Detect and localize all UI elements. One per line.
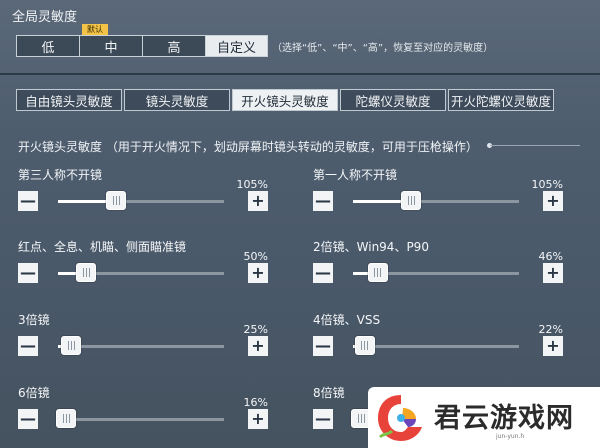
slider-track[interactable] [58,191,224,210]
slider-label: 3倍镜 [18,313,50,327]
slider-red-dot-holo-iron-side: 红点、全息、机瞄、侧面瞄准镜 50% — + [18,238,268,290]
default-tag: 默认 [82,24,108,35]
decrease-button[interactable]: — [18,263,38,283]
slider-label: 2倍镜、Win94、P90 [313,240,429,254]
watermark-text: 君云游戏网 [434,403,574,434]
slider-track[interactable] [58,336,224,355]
slider-track[interactable] [58,263,224,282]
slider-6x-scope: 6倍镜 16% — + [18,384,268,436]
decrease-button[interactable]: — [313,409,333,429]
tab-firing-gyroscope[interactable]: 开火陀螺仪灵敏度 [448,89,554,111]
slider-handle[interactable] [56,409,77,428]
decrease-button[interactable]: — [313,263,333,283]
increase-button[interactable]: + [248,336,268,356]
section-divider [0,73,600,75]
title-decoration-line [490,145,580,146]
preset-low-button[interactable]: 低 [16,35,79,57]
slider-label: 红点、全息、机瞄、侧面瞄准镜 [18,240,187,254]
slider-label: 第三人称不开镜 [18,168,103,182]
slider-first-person-no-scope: 第一人称不开镜 105% — + [313,166,563,218]
slider-label: 第一人称不开镜 [313,168,398,182]
slider-value: 46% [538,250,563,263]
slider-label: 4倍镜、VSS [313,313,381,327]
slider-value: 105% [236,178,268,191]
tab-camera[interactable]: 镜头灵敏度 [124,89,230,111]
watermark-logo: 君云游戏网 jun-yun.h [368,387,600,448]
slider-track[interactable] [353,263,519,282]
slider-value: 50% [243,250,268,263]
slider-handle[interactable] [401,191,422,210]
increase-button[interactable]: + [543,263,563,283]
preset-selector: 低 中 高 自定义 [16,35,268,57]
slider-value: 25% [243,323,268,336]
section-title: 开火镜头灵敏度 （用于开火情况下，划动屏幕时镜头转动的灵敏度，可用于压枪操作） [18,140,478,154]
slider-handle[interactable] [367,263,388,282]
decrease-button[interactable]: — [313,336,333,356]
watermark-subtext: jun-yun.h [496,433,525,440]
decrease-button[interactable]: — [18,191,38,211]
slider-handle[interactable] [61,336,82,355]
increase-button[interactable]: + [248,409,268,429]
decrease-button[interactable]: — [18,409,38,429]
slider-2x-scope: 2倍镜、Win94、P90 46% — + [313,238,563,290]
slider-3x-scope: 3倍镜 25% — + [18,311,268,363]
increase-button[interactable]: + [248,191,268,211]
slider-third-person-no-scope: 第三人称不开镜 105% — + [18,166,268,218]
decrease-button[interactable]: — [18,336,38,356]
slider-handle[interactable] [354,336,375,355]
slider-track[interactable] [56,409,224,428]
slider-track[interactable] [353,336,519,355]
slider-handle[interactable] [106,191,127,210]
increase-button[interactable]: + [543,336,563,356]
preset-custom-button[interactable]: 自定义 [205,35,268,57]
preset-medium-button[interactable]: 中 [79,35,142,57]
slider-handle[interactable] [76,263,97,282]
slider-value: 22% [538,323,563,336]
slider-label: 6倍镜 [18,386,50,400]
slider-value: 105% [531,178,563,191]
tab-firing-camera[interactable]: 开火镜头灵敏度 [232,89,338,111]
global-sensitivity-title: 全局灵敏度 [12,10,78,25]
tab-gyroscope[interactable]: 陀螺仪灵敏度 [340,89,446,111]
tab-free-camera[interactable]: 自由镜头灵敏度 [16,89,122,111]
sensitivity-tabs: 自由镜头灵敏度 镜头灵敏度 开火镜头灵敏度 陀螺仪灵敏度 开火陀螺仪灵敏度 [16,89,554,111]
decrease-button[interactable]: — [313,191,333,211]
slider-4x-scope: 4倍镜、VSS 22% — + [313,311,563,363]
logo-icon [378,395,422,441]
slider-value: 16% [243,396,268,409]
slider-label: 8倍镜 [313,386,345,400]
preset-hint: （选择“低”、“中”、“高”，恢复至对应的灵敏度） [272,43,494,54]
preset-high-button[interactable]: 高 [142,35,205,57]
increase-button[interactable]: + [248,263,268,283]
increase-button[interactable]: + [543,191,563,211]
slider-track[interactable] [353,191,519,210]
